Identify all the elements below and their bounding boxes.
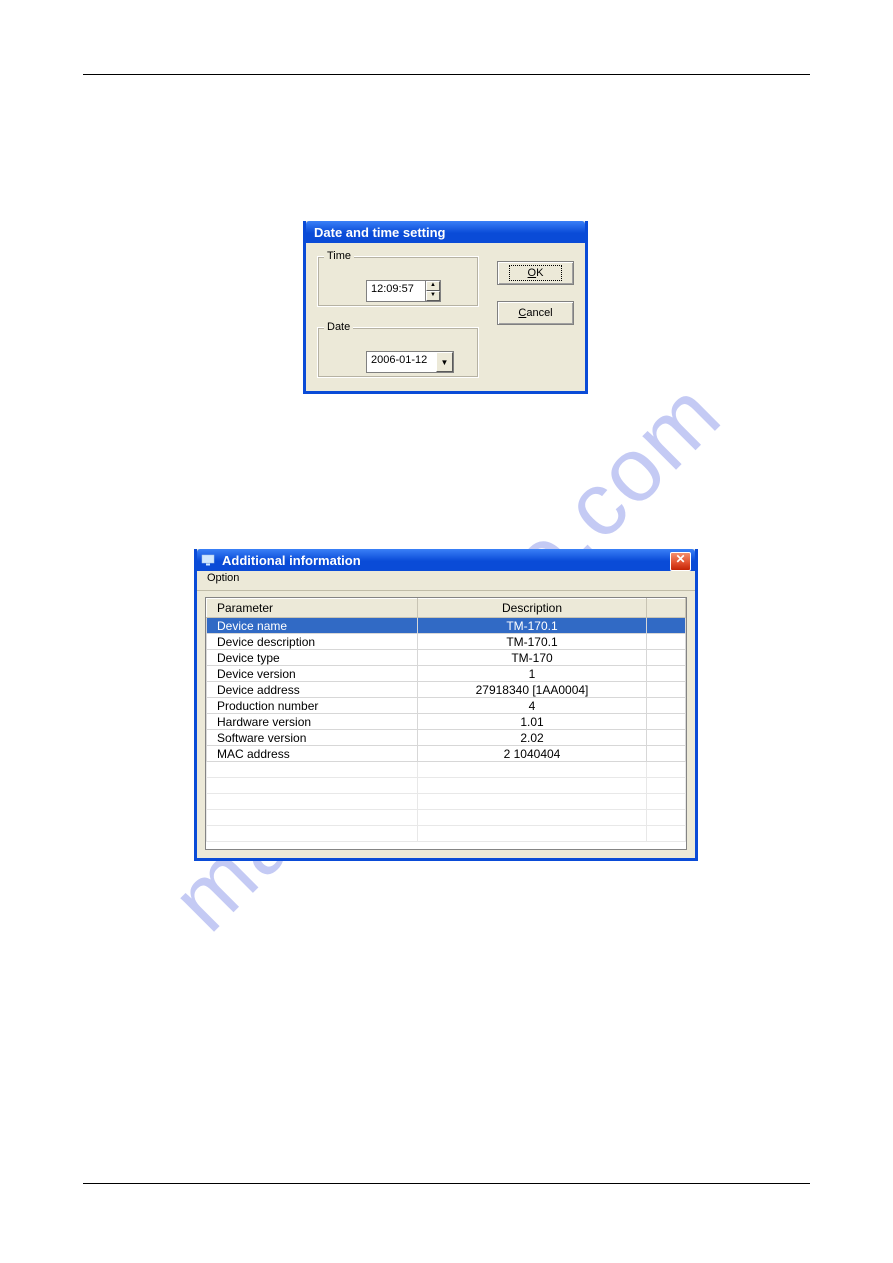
page-bottom-rule (83, 1183, 810, 1184)
menubar[interactable]: Option (197, 571, 695, 591)
close-button[interactable]: ✕ (670, 552, 691, 571)
dialog-additional-information: Additional information ✕ Option Paramete… (194, 549, 698, 861)
time-value[interactable]: 12:09:57 (367, 281, 425, 301)
dialog-additional-title: Additional information (222, 553, 361, 568)
dialog-additional-titlebar[interactable]: Additional information ✕ (197, 549, 695, 571)
groupbox-date: Date 2006-01-12 ▼ (317, 321, 479, 378)
table-row[interactable]: Device version 1 (207, 666, 686, 682)
close-icon: ✕ (675, 552, 685, 566)
table-row[interactable]: Device address 27918340 [1AA0004] (207, 682, 686, 698)
cell-param: Device address (207, 682, 418, 698)
dialog-date-time-titlebar[interactable]: Date and time setting (306, 221, 585, 243)
table-row (207, 794, 686, 810)
table-row[interactable]: Device description TM-170.1 (207, 634, 686, 650)
table-row[interactable]: MAC address 2 1040404 (207, 746, 686, 762)
cell-desc: 27918340 [1AA0004] (418, 682, 647, 698)
date-dropdown[interactable]: 2006-01-12 ▼ (366, 351, 454, 373)
page-top-rule (83, 74, 810, 75)
menu-option[interactable]: Option (203, 571, 243, 585)
col-header-trailing[interactable] (647, 599, 686, 618)
cell-desc: 4 (418, 698, 647, 714)
groupbox-time-legend: Time (324, 250, 354, 262)
cancel-button[interactable]: Cancel (497, 301, 574, 325)
spinner-up-icon[interactable]: ▲ (426, 281, 440, 291)
table-row[interactable]: Production number 4 (207, 698, 686, 714)
chevron-down-icon[interactable]: ▼ (436, 352, 453, 372)
table-row[interactable]: Hardware version 1.01 (207, 714, 686, 730)
cell-param: Software version (207, 730, 418, 746)
cell-desc: TM-170.1 (418, 618, 647, 634)
info-table-container: Parameter Description Device name TM-170… (205, 597, 687, 850)
cell-desc: 1 (418, 666, 647, 682)
cancel-label-rest: ancel (526, 307, 552, 319)
table-row[interactable]: Device type TM-170 (207, 650, 686, 666)
groupbox-time: Time 12:09:57 ▲ ▼ (317, 250, 479, 307)
table-row (207, 826, 686, 842)
date-value[interactable]: 2006-01-12 (367, 352, 436, 372)
cell-param: MAC address (207, 746, 418, 762)
table-row (207, 762, 686, 778)
cell-desc: TM-170.1 (418, 634, 647, 650)
table-row[interactable]: Device name TM-170.1 (207, 618, 686, 634)
table-row (207, 778, 686, 794)
cell-param: Device version (207, 666, 418, 682)
cell-param: Device type (207, 650, 418, 666)
info-table: Parameter Description Device name TM-170… (206, 598, 686, 842)
cell-param: Hardware version (207, 714, 418, 730)
monitor-icon (201, 554, 217, 566)
col-header-description[interactable]: Description (418, 599, 647, 618)
spinner-down-icon[interactable]: ▼ (426, 291, 440, 301)
cell-desc: 2.02 (418, 730, 647, 746)
cell-desc: 1.01 (418, 714, 647, 730)
dialog-date-time-title: Date and time setting (314, 225, 445, 240)
cell-param: Production number (207, 698, 418, 714)
groupbox-date-legend: Date (324, 321, 353, 333)
dialog-date-time-setting: Date and time setting Time 12:09:57 ▲ ▼ … (303, 221, 588, 394)
cell-desc: 2 1040404 (418, 746, 647, 762)
ok-label-rest: K (536, 267, 543, 279)
cell-desc: TM-170 (418, 650, 647, 666)
cell-param: Device name (207, 618, 418, 634)
table-row[interactable]: Software version 2.02 (207, 730, 686, 746)
ok-button[interactable]: OK (497, 261, 574, 285)
col-header-parameter[interactable]: Parameter (207, 599, 418, 618)
cell-param: Device description (207, 634, 418, 650)
table-row (207, 810, 686, 826)
time-spinner[interactable]: 12:09:57 ▲ ▼ (366, 280, 441, 302)
